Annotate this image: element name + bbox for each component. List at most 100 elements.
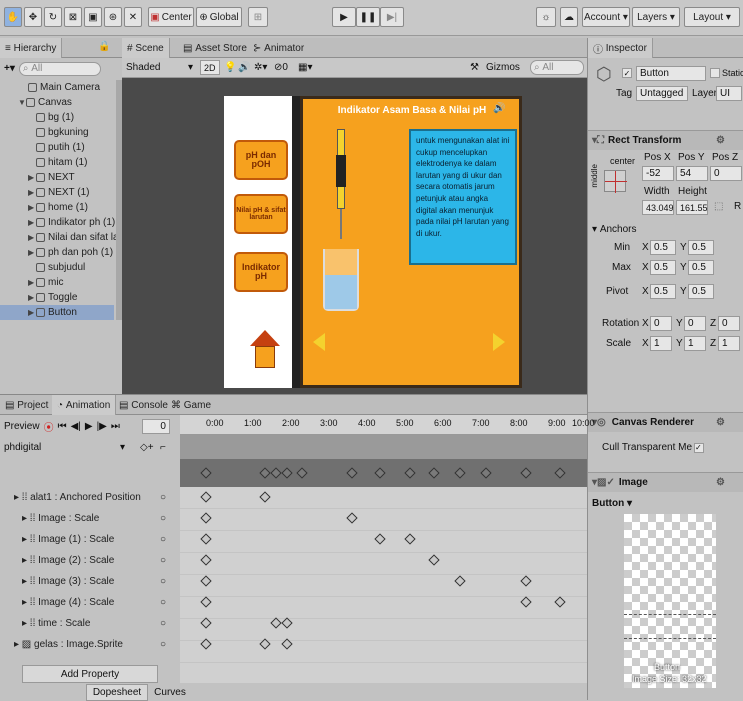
gizmos-dropdown[interactable]: Gizmos (486, 62, 520, 73)
property-circle-icon[interactable]: ○ (160, 555, 166, 566)
property-circle-icon[interactable]: ○ (160, 597, 166, 608)
summary-lane[interactable] (180, 459, 587, 487)
property-row[interactable]: ▸ ⁞⁞ Image (1) : Scale ○ (0, 529, 180, 550)
rot-z-input[interactable]: 0 (718, 316, 740, 331)
keyframe[interactable] (480, 467, 492, 479)
tab-animation[interactable]: ◔ Animation (52, 395, 117, 415)
step-icon[interactable]: ▶| (380, 7, 404, 27)
property-circle-icon[interactable]: ○ (160, 618, 166, 629)
hierarchy-search-input[interactable]: ⌕ All (18, 61, 101, 76)
add-keyframe-icon[interactable]: ◇+ (140, 442, 154, 453)
ph-dan-poh-button[interactable]: pH dan pOH (234, 140, 288, 180)
tab-inspector[interactable]: ⓘ Inspector (588, 38, 653, 58)
hierarchy-item-toggle[interactable]: ▶ Toggle (0, 290, 77, 305)
hand-tool-icon[interactable]: ✋ (4, 7, 22, 27)
keyframe[interactable] (404, 533, 416, 545)
tab-project[interactable]: ▤ Project (0, 395, 53, 415)
hierarchy-item-main-camera[interactable]: Main Camera (0, 80, 100, 95)
shading-dropdown[interactable]: Shaded (126, 62, 160, 73)
grid-snap-icon[interactable]: ⊞ (248, 7, 268, 27)
event-lane[interactable] (180, 435, 587, 459)
expand-arrow-icon[interactable]: ▶ (28, 218, 36, 227)
play-anim-icon[interactable]: ▶ (85, 421, 93, 432)
property-circle-icon[interactable]: ○ (160, 492, 166, 503)
keyframe[interactable] (346, 512, 358, 524)
play-icon[interactable]: ▶ (332, 7, 356, 27)
keyframe[interactable] (259, 467, 271, 479)
pivot-x-input[interactable]: 0.5 (650, 284, 676, 299)
clip-dropdown[interactable]: phdigital (4, 442, 41, 453)
property-circle-icon[interactable]: ○ (160, 534, 166, 545)
keyframe[interactable] (520, 575, 532, 587)
property-row[interactable]: ▸ ⁞⁞ Image (3) : Scale ○ (0, 571, 180, 592)
component-menu-icon[interactable]: ⚙ (716, 417, 725, 428)
expand-arrow-icon[interactable]: ▼ (18, 98, 26, 107)
pause-icon[interactable]: ❚❚ (356, 7, 380, 27)
add-property-button[interactable]: Add Property (22, 665, 158, 683)
keyframe[interactable] (270, 617, 282, 629)
keyframe[interactable] (281, 638, 293, 650)
property-row[interactable]: ▸ ⁞⁞ alat1 : Anchored Position ○ (0, 487, 180, 508)
keyframe[interactable] (454, 467, 466, 479)
create-plus-icon[interactable]: +▾ (4, 63, 15, 74)
pivot-center-button[interactable]: ▣ Center (148, 7, 194, 27)
effects-icon[interactable]: ✲▾ (254, 62, 267, 73)
expand-arrow-icon[interactable]: ▶ (28, 308, 36, 317)
canvas-renderer-header[interactable]: ▾◎ Canvas Renderer ⚙ (588, 412, 743, 432)
pos-z-input[interactable]: 0 (710, 166, 742, 181)
tab-game[interactable]: ⌘ Game (166, 395, 216, 415)
keyframe[interactable] (520, 596, 532, 608)
scale-tool-icon[interactable]: ⊠ (64, 7, 82, 27)
image-component-header[interactable]: ▾▨✓ Image ⚙ (588, 472, 743, 492)
property-row[interactable]: ▸ ⁞⁞ time : Scale ○ (0, 613, 180, 634)
property-circle-icon[interactable]: ○ (160, 639, 166, 650)
keyframe[interactable] (270, 467, 282, 479)
expand-arrow-icon[interactable]: ▶ (28, 233, 36, 242)
scene-search-input[interactable]: ⌕ All (530, 60, 584, 75)
static-checkbox[interactable] (710, 68, 720, 78)
keyframe[interactable] (200, 467, 212, 479)
global-toggle-button[interactable]: ⊕ Global (196, 7, 242, 27)
preview-label[interactable]: Button ▾ (592, 498, 632, 509)
scale-y-input[interactable]: 1 (684, 336, 706, 351)
tab-hierarchy[interactable]: ≡ Hierarchy (0, 38, 63, 58)
property-row[interactable]: ▸ ⁞⁞ Image : Scale ○ (0, 508, 180, 529)
min-y-input[interactable]: 0.5 (688, 240, 714, 255)
hierarchy-item-mic[interactable]: ▶ mic (0, 275, 64, 290)
cull-transparent-checkbox[interactable]: ✓ (694, 442, 705, 453)
home-icon[interactable] (250, 330, 280, 372)
rotate-tool-icon[interactable]: ↻ (44, 7, 62, 27)
raw-edit-label[interactable]: R (734, 201, 741, 212)
expand-arrow-icon[interactable]: ▶ (28, 173, 36, 182)
keyframe[interactable] (259, 638, 271, 650)
expand-arrow-icon[interactable]: ▶ (28, 248, 36, 257)
keyframe[interactable] (554, 467, 566, 479)
hierarchy-item-hitam[interactable]: hitam (1) (0, 155, 87, 170)
hierarchy-item-canvas[interactable]: ▼ Canvas (0, 95, 72, 110)
dopesheet-grid[interactable] (180, 487, 587, 683)
cloud-icon[interactable]: ☁ (560, 7, 578, 27)
tag-dropdown[interactable]: Untagged (636, 86, 688, 101)
rect-transform-header[interactable]: ▾⛶ Rect Transform ⚙ (588, 130, 743, 150)
move-tool-icon[interactable]: ✥ (24, 7, 42, 27)
speaker-icon[interactable]: 🔊 (493, 103, 505, 114)
keyframe[interactable] (428, 554, 440, 566)
tab-scene[interactable]: # Scene (122, 38, 170, 58)
audio-icon[interactable]: 🔊 (238, 62, 250, 73)
last-frame-icon[interactable]: ⏭ (111, 421, 120, 432)
hierarchy-item-putih[interactable]: putih (1) (0, 140, 85, 155)
nilai-ph-button[interactable]: Nilai pH & sifat larutan (234, 194, 288, 234)
layers-dropdown[interactable]: Layers ▾ (632, 7, 680, 27)
expand-arrow-icon[interactable]: ▶ (28, 203, 36, 212)
rot-x-input[interactable]: 0 (650, 316, 672, 331)
lock-icon[interactable]: 🔒 (98, 41, 110, 52)
hierarchy-item-ph-dan-poh[interactable]: ▶ ph dan poh (1) (0, 245, 113, 260)
custom-tool-icon[interactable]: ✕ (124, 7, 142, 27)
object-name-input[interactable]: Button (636, 66, 706, 81)
keyframe[interactable] (454, 575, 466, 587)
keyframe[interactable] (200, 512, 212, 524)
frame-input[interactable]: 0 (141, 418, 170, 434)
hierarchy-item-indikator-ph[interactable]: ▶ Indikator ph (1) (0, 215, 115, 230)
anchor-preset-icon[interactable] (604, 170, 627, 193)
expand-arrow-icon[interactable]: ▶ (28, 278, 36, 287)
